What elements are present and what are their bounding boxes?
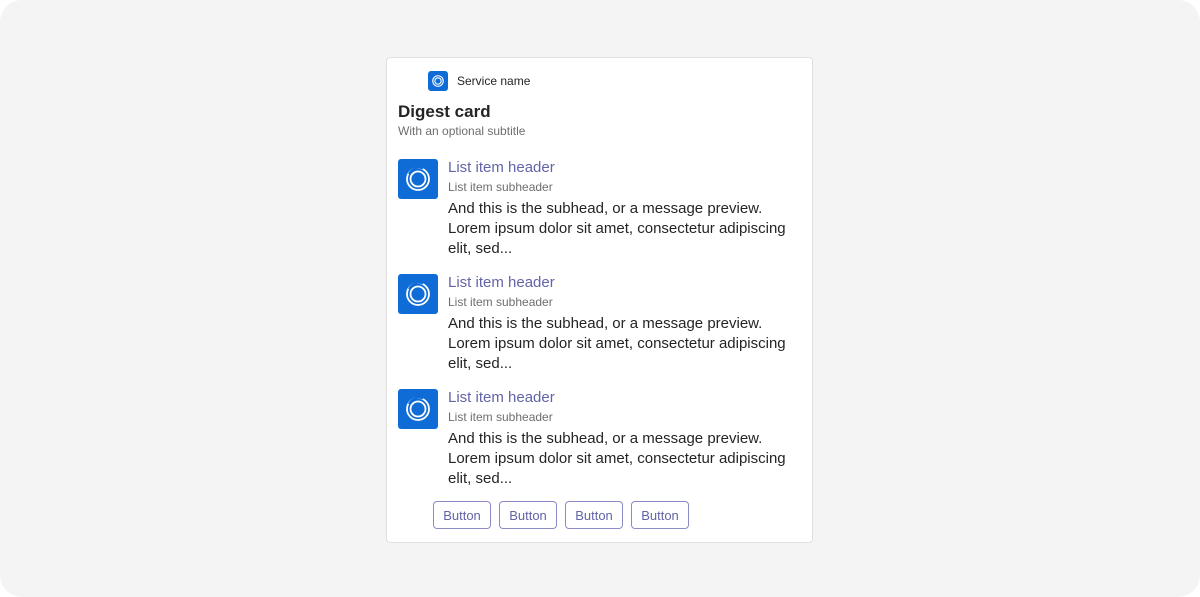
- action-button-3[interactable]: Button: [565, 501, 623, 529]
- list-item-preview: And this is the subhead, or a message pr…: [448, 430, 786, 487]
- list-item-subheader: List item subheader: [448, 410, 553, 424]
- list-item-preview: And this is the subhead, or a message pr…: [448, 315, 786, 372]
- list-item-preview: And this is the subhead, or a message pr…: [448, 200, 786, 257]
- action-button-1[interactable]: Button: [433, 501, 491, 529]
- service-header: Service name: [428, 71, 530, 91]
- app-logo-icon: [398, 274, 438, 314]
- list-item-header[interactable]: List item header: [448, 389, 555, 407]
- list-item[interactable]: List item header List item subheader And…: [398, 159, 803, 263]
- action-button-4[interactable]: Button: [631, 501, 689, 529]
- list-item-subheader: List item subheader: [448, 180, 553, 194]
- service-name: Service name: [457, 74, 531, 88]
- card-actions: Button Button Button Button: [433, 501, 689, 529]
- list-item[interactable]: List item header List item subheader And…: [398, 274, 803, 378]
- list-item-subheader: List item subheader: [448, 295, 553, 309]
- card-subtitle: With an optional subtitle: [398, 124, 526, 138]
- list-item-header[interactable]: List item header: [448, 159, 555, 177]
- canvas-background: Service name Digest card With an optiona…: [0, 0, 1200, 597]
- list-item[interactable]: List item header List item subheader And…: [398, 389, 803, 493]
- app-logo-icon: [398, 389, 438, 429]
- list-item-header[interactable]: List item header: [448, 274, 555, 292]
- service-logo-icon: [428, 71, 448, 91]
- app-logo-icon: [398, 159, 438, 199]
- action-button-2[interactable]: Button: [499, 501, 557, 529]
- card-title: Digest card: [398, 102, 491, 121]
- digest-card: Service name Digest card With an optiona…: [386, 57, 813, 543]
